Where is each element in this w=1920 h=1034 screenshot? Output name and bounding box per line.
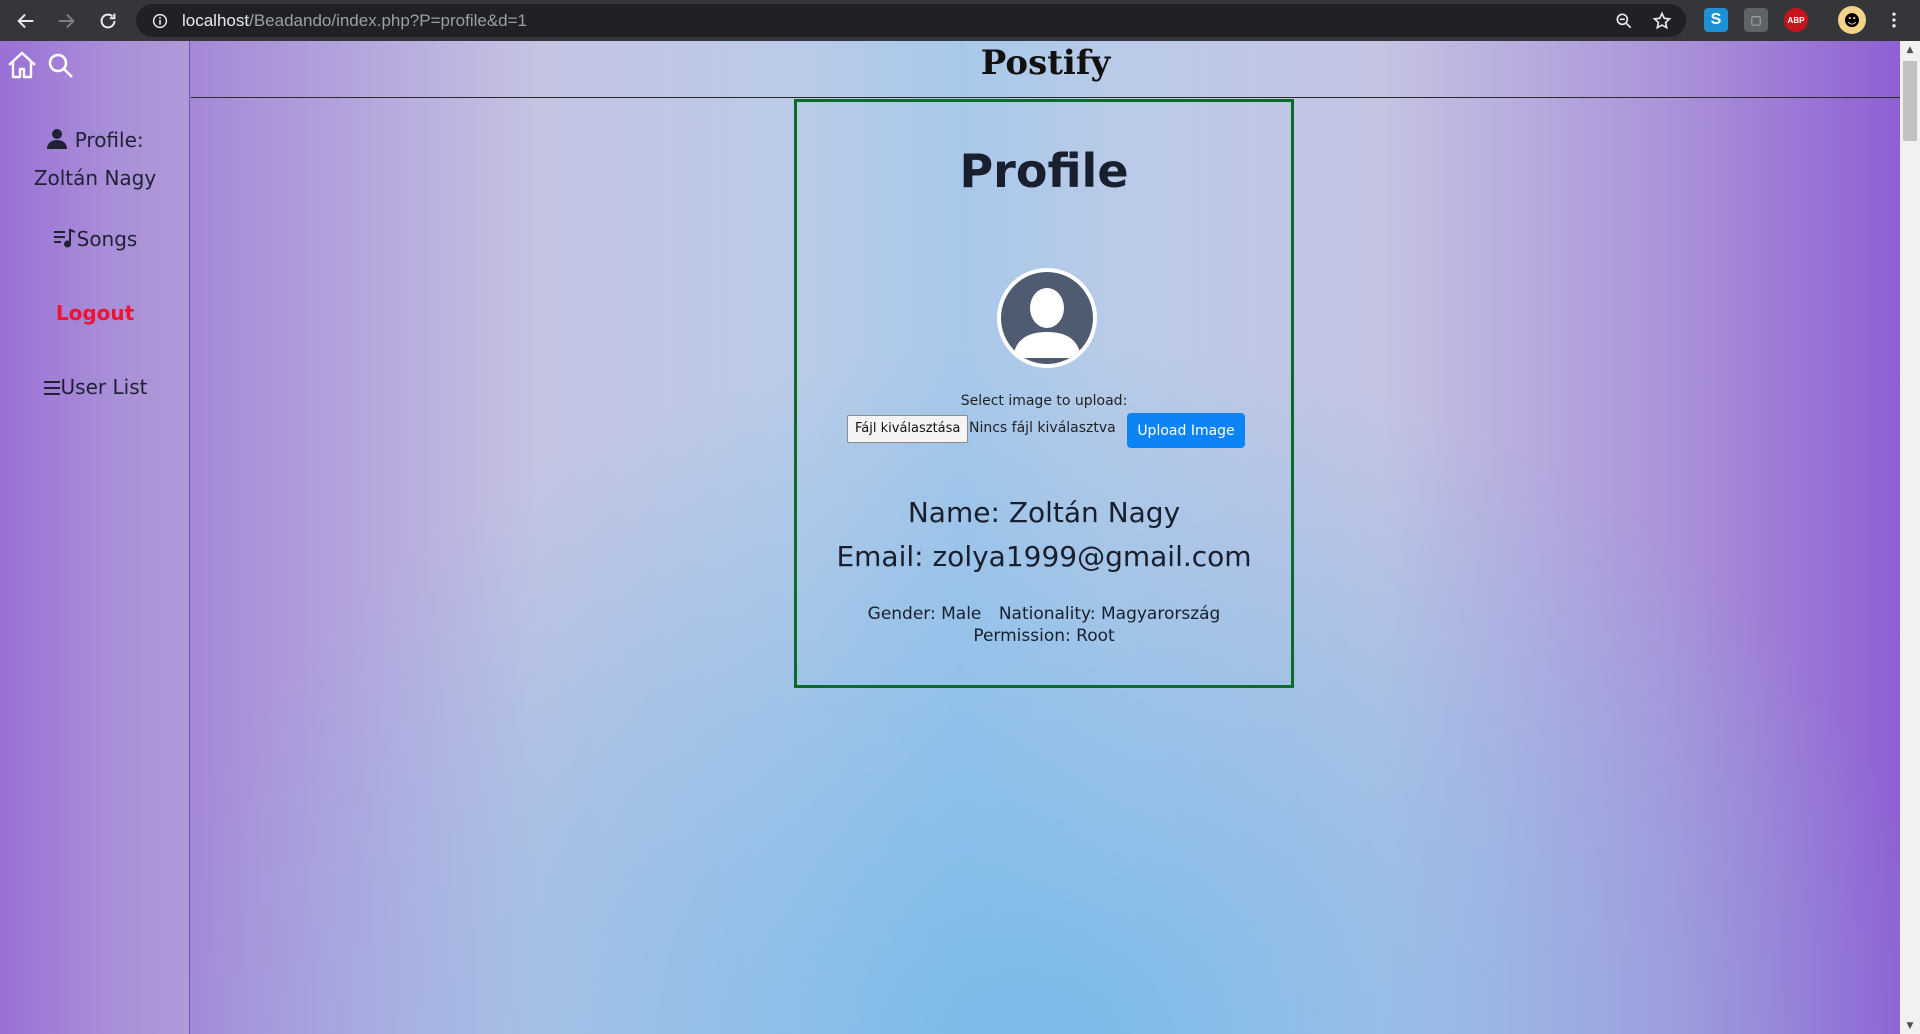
- file-status-text: Nincs fájl kiválasztva: [969, 420, 1116, 436]
- nationality-value: Magyarország: [1101, 604, 1221, 624]
- omnibox-actions: [1614, 4, 1672, 37]
- details-row: Gender: Male Nationality: Magyarország: [797, 604, 1291, 624]
- reload-icon: [100, 13, 116, 28]
- profile-card: Profile Select image to upload: Fájl kiv…: [794, 99, 1294, 688]
- email-row: Email: zolya1999@gmail.com: [797, 540, 1291, 573]
- search-icon[interactable]: [46, 51, 76, 81]
- sidebar-item-logout[interactable]: Logout: [0, 301, 190, 325]
- star-icon[interactable]: [1652, 11, 1672, 31]
- reload-button[interactable]: [88, 0, 128, 41]
- scroll-thumb[interactable]: [1903, 61, 1917, 141]
- music-list-icon: [53, 228, 75, 248]
- sidebar: Profile: Zoltán Nagy Songs Logout User L…: [0, 41, 190, 1034]
- address-bar[interactable]: localhost/Beadando/index.php?P=profile&d…: [136, 4, 1686, 37]
- permission-row: Permission: Root: [797, 626, 1291, 646]
- songs-label: Songs: [76, 227, 138, 251]
- scroll-up-arrow-icon[interactable]: ▲: [1900, 41, 1920, 58]
- adblock-extension-icon[interactable]: ABP: [1784, 8, 1808, 32]
- upload-image-button[interactable]: Upload Image: [1127, 413, 1245, 448]
- menu-icon[interactable]: [1882, 8, 1906, 32]
- extension-icon[interactable]: ▢: [1744, 8, 1768, 32]
- home-icon[interactable]: [6, 49, 38, 81]
- gender-value: Male: [941, 604, 982, 624]
- gender-label: Gender:: [867, 604, 936, 624]
- sidebar-item-profile[interactable]: Profile: Zoltán Nagy: [0, 121, 190, 197]
- scrollbar[interactable]: ▲ ▼: [1900, 41, 1920, 1034]
- url-host: localhost: [182, 10, 250, 30]
- profile-label: Profile:: [74, 128, 144, 152]
- profile-name: Zoltán Nagy: [33, 166, 157, 190]
- name-row: Name: Zoltán Nagy: [797, 496, 1291, 529]
- permission-value: Root: [1076, 626, 1115, 646]
- email-value: zolya1999@gmail.com: [932, 540, 1252, 573]
- user-silhouette-icon: [1013, 288, 1081, 358]
- page-title: Profile: [959, 144, 1129, 198]
- logout-label: Logout: [55, 301, 135, 325]
- email-label: Email:: [836, 540, 924, 573]
- permission-label: Permission:: [973, 626, 1071, 646]
- skype-extension-icon[interactable]: S: [1704, 8, 1728, 32]
- info-icon[interactable]: [150, 11, 170, 31]
- name-value: Zoltán Nagy: [1008, 496, 1181, 529]
- user-icon: [47, 129, 68, 149]
- back-button[interactable]: [6, 0, 46, 41]
- arrow-left-icon: [17, 13, 34, 28]
- user-list-label: User List: [60, 375, 148, 399]
- url-path: /Beadando/index.php?P=profile&d=1: [249, 10, 528, 30]
- header: Postify: [191, 41, 1900, 98]
- browser-toolbar: localhost/Beadando/index.php?P=profile&d…: [0, 0, 1920, 41]
- sidebar-item-user-list[interactable]: User List: [0, 375, 190, 399]
- avatar: [997, 268, 1097, 368]
- hamburger-icon: [43, 381, 60, 395]
- nationality-label: Nationality:: [998, 604, 1096, 624]
- sidebar-item-songs[interactable]: Songs: [0, 227, 190, 251]
- upload-prompt: Select image to upload:: [960, 393, 1128, 409]
- zoom-icon[interactable]: [1614, 11, 1634, 31]
- url-text[interactable]: localhost/Beadando/index.php?P=profile&d…: [182, 11, 527, 31]
- forward-button[interactable]: [46, 0, 86, 41]
- choose-file-button[interactable]: Fájl kiválasztása: [847, 415, 969, 443]
- arrow-right-icon: [58, 13, 75, 28]
- brand-title: Postify: [980, 43, 1111, 83]
- profile-avatar-icon[interactable]: ☻: [1838, 6, 1866, 34]
- name-label: Name:: [907, 496, 1000, 529]
- scroll-down-arrow-icon[interactable]: ▼: [1900, 1017, 1920, 1034]
- page-viewport: Profile: Zoltán Nagy Songs Logout User L…: [0, 41, 1920, 1034]
